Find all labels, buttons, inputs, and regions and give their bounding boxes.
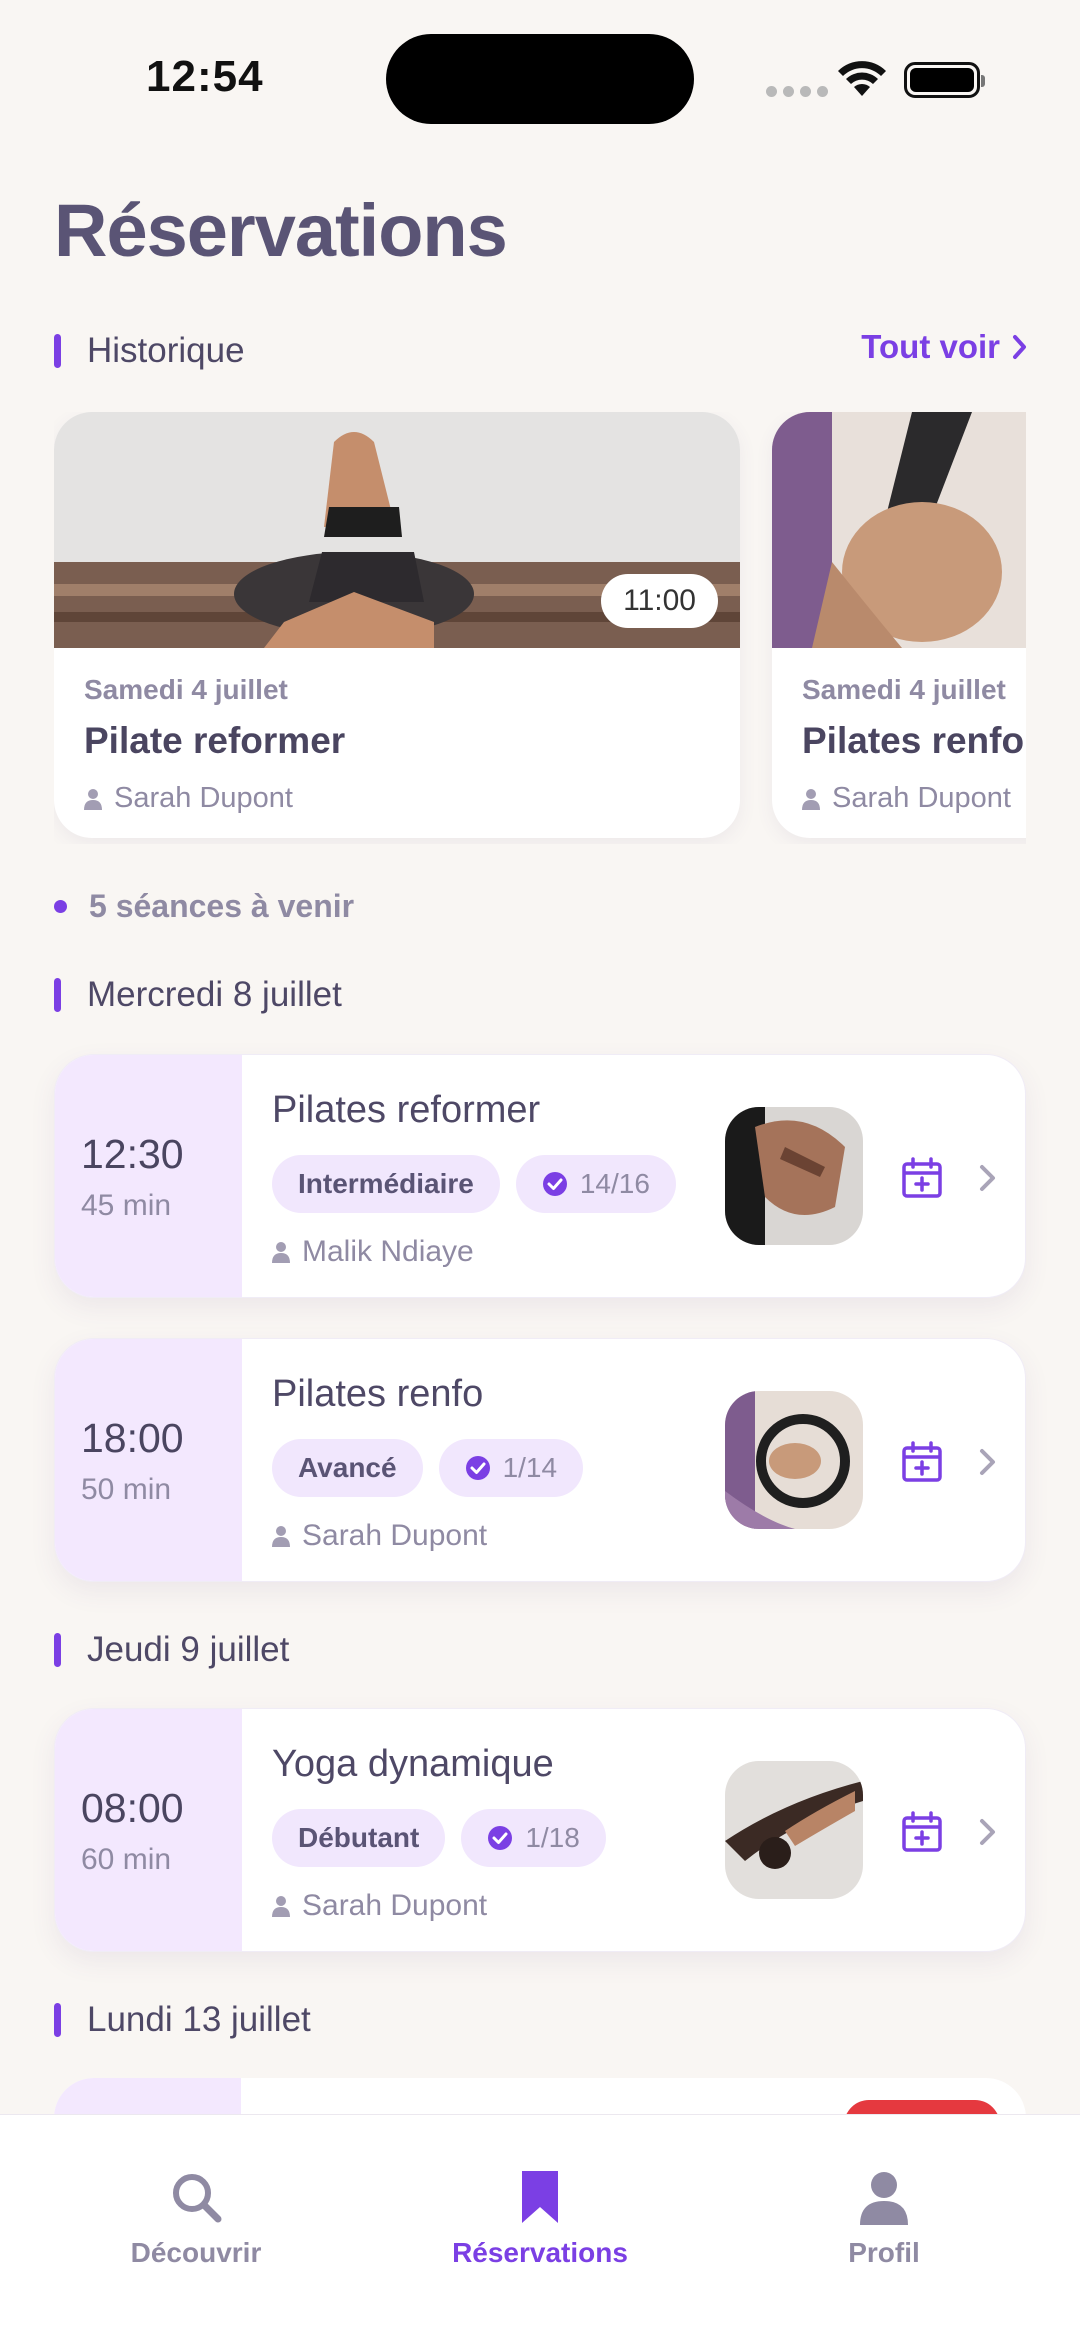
history-date: Samedi 4 juillet bbox=[84, 674, 288, 705]
level-tag: Avancé bbox=[272, 1439, 423, 1497]
wifi-icon bbox=[838, 61, 886, 96]
chevron-right-icon bbox=[1013, 335, 1026, 359]
session-tags: Intermédiaire 14/16 bbox=[272, 1155, 676, 1213]
battery-icon bbox=[904, 62, 985, 98]
class-photo: 11:00 bbox=[54, 412, 740, 648]
level-tag: Débutant bbox=[272, 1809, 446, 1867]
history-card[interactable]: 11:00 Samedi 4 juillet Pilate reformer S… bbox=[54, 412, 740, 838]
cellular-signal-icon bbox=[766, 86, 828, 97]
section-header-history: Historique bbox=[54, 331, 245, 371]
day-label: Jeudi 9 juillet bbox=[87, 1630, 290, 1669]
tab-label: Découvrir bbox=[130, 2237, 262, 2268]
level-tag: Intermédiaire bbox=[272, 1155, 500, 1213]
session-duration: 50 min bbox=[81, 1473, 172, 1506]
upcoming-count-label: 5 séances à venir bbox=[89, 888, 355, 924]
tab-bar: Découvrir Réservations Profil bbox=[0, 2114, 1080, 2347]
session-tags: Avancé 1/14 bbox=[272, 1439, 584, 1497]
spots-tag: 14/16 bbox=[515, 1155, 676, 1213]
session-thumbnail bbox=[725, 1761, 863, 1899]
spots-tag: 1/18 bbox=[461, 1809, 606, 1867]
tab-label: Réservations bbox=[452, 2237, 628, 2268]
day-label: Mercredi 8 juillet bbox=[87, 975, 342, 1014]
add-to-calendar-icon[interactable] bbox=[901, 1441, 943, 1483]
session-thumbnail bbox=[725, 1391, 863, 1529]
spots-label: 1/18 bbox=[525, 1822, 580, 1853]
bookmark-icon bbox=[522, 2171, 558, 2223]
person-icon bbox=[84, 788, 102, 810]
session-title: Pilates reformer bbox=[272, 1089, 541, 1131]
person-icon bbox=[272, 1242, 290, 1263]
search-icon bbox=[173, 2174, 222, 2223]
day-label: Lundi 13 juillet bbox=[87, 2000, 311, 2039]
time-pill: 11:00 bbox=[601, 574, 718, 628]
chevron-right-icon[interactable] bbox=[977, 1817, 999, 1847]
status-time: 12:54 bbox=[146, 52, 264, 101]
session-time-block: 12:30 45 min bbox=[55, 1055, 242, 1297]
person-icon bbox=[272, 1896, 290, 1917]
session-time: 18:00 bbox=[81, 1415, 184, 1461]
page-title: Réservations bbox=[54, 189, 508, 272]
check-circle-icon bbox=[542, 1172, 567, 1196]
session-card[interactable]: 18:00 50 min Pilates renfo Avancé 1/14 S… bbox=[54, 1338, 1026, 1582]
day-header: Jeudi 9 juillet bbox=[54, 1630, 289, 1670]
upcoming-count: 5 séances à venir bbox=[54, 888, 354, 925]
session-card[interactable]: 12:30 45 min Pilates reformer Intermédia… bbox=[54, 1054, 1026, 1298]
section-accent-bar bbox=[54, 334, 61, 368]
class-photo bbox=[772, 412, 1026, 648]
session-coach: Sarah Dupont bbox=[272, 1889, 487, 1923]
history-coach: Sarah Dupont bbox=[802, 782, 1026, 815]
coach-name: Sarah Dupont bbox=[114, 782, 293, 814]
spots-label: 1/14 bbox=[502, 1452, 558, 1483]
session-title: Pilates renfo bbox=[272, 1373, 484, 1415]
chevron-right-icon[interactable] bbox=[977, 1163, 999, 1193]
dynamic-island bbox=[386, 34, 694, 124]
day-header: Mercredi 8 juillet bbox=[54, 975, 342, 1015]
history-date: Samedi 4 juillet bbox=[802, 674, 1006, 705]
add-to-calendar-icon[interactable] bbox=[901, 1157, 943, 1199]
history-title: Pilates renfo bbox=[802, 720, 1025, 761]
coach-name: Sarah Dupont bbox=[302, 1519, 488, 1552]
see-all-link[interactable]: Tout voir bbox=[861, 328, 1028, 366]
session-duration: 45 min bbox=[81, 1189, 172, 1222]
coach-name: Sarah Dupont bbox=[832, 782, 1011, 814]
section-accent-bar bbox=[54, 2003, 61, 2037]
section-label: Historique bbox=[87, 331, 245, 370]
session-card[interactable]: 08:00 60 min Yoga dynamique Débutant 1/1… bbox=[54, 1708, 1026, 1952]
session-coach: Sarah Dupont bbox=[272, 1519, 487, 1553]
person-icon bbox=[860, 2172, 908, 2225]
spots-label: 14/16 bbox=[579, 1168, 650, 1199]
coach-name: Malik Ndiaye bbox=[302, 1235, 474, 1268]
person-icon bbox=[802, 788, 820, 810]
chevron-right-icon[interactable] bbox=[977, 1447, 999, 1477]
see-all-label: Tout voir bbox=[861, 328, 1000, 365]
session-time: 08:00 bbox=[81, 1785, 184, 1831]
day-header: Lundi 13 juillet bbox=[54, 2000, 311, 2040]
session-coach: Malik Ndiaye bbox=[272, 1235, 474, 1269]
session-duration: 60 min bbox=[81, 1843, 172, 1876]
tab-reservations[interactable]: Réservations bbox=[420, 2167, 660, 2269]
status-bar: 12:54 bbox=[0, 0, 1080, 150]
session-tags: Débutant 1/18 bbox=[272, 1809, 606, 1867]
coach-name: Sarah Dupont bbox=[302, 1889, 488, 1922]
history-card[interactable]: Samedi 4 juillet Pilates renfo Sarah Dup… bbox=[772, 412, 1026, 838]
person-icon bbox=[272, 1526, 290, 1547]
section-accent-bar bbox=[54, 978, 61, 1012]
session-time-block: 18:00 50 min bbox=[55, 1339, 242, 1581]
session-time: 12:30 bbox=[81, 1131, 184, 1177]
tab-label: Profil bbox=[848, 2237, 920, 2268]
history-coach: Sarah Dupont bbox=[84, 782, 710, 815]
tab-profile[interactable]: Profil bbox=[764, 2167, 1004, 2269]
bullet-dot bbox=[54, 900, 67, 913]
tab-discover[interactable]: Découvrir bbox=[76, 2167, 316, 2269]
history-title: Pilate reformer bbox=[84, 720, 346, 761]
section-accent-bar bbox=[54, 1633, 61, 1667]
spots-tag: 1/14 bbox=[438, 1439, 584, 1497]
check-circle-icon bbox=[488, 1826, 513, 1850]
check-circle-icon bbox=[465, 1456, 490, 1480]
add-to-calendar-icon[interactable] bbox=[901, 1811, 943, 1853]
session-thumbnail bbox=[725, 1107, 863, 1245]
history-carousel[interactable]: 11:00 Samedi 4 juillet Pilate reformer S… bbox=[54, 412, 1026, 844]
session-time-block: 08:00 60 min bbox=[55, 1709, 242, 1951]
session-title: Yoga dynamique bbox=[272, 1743, 554, 1785]
